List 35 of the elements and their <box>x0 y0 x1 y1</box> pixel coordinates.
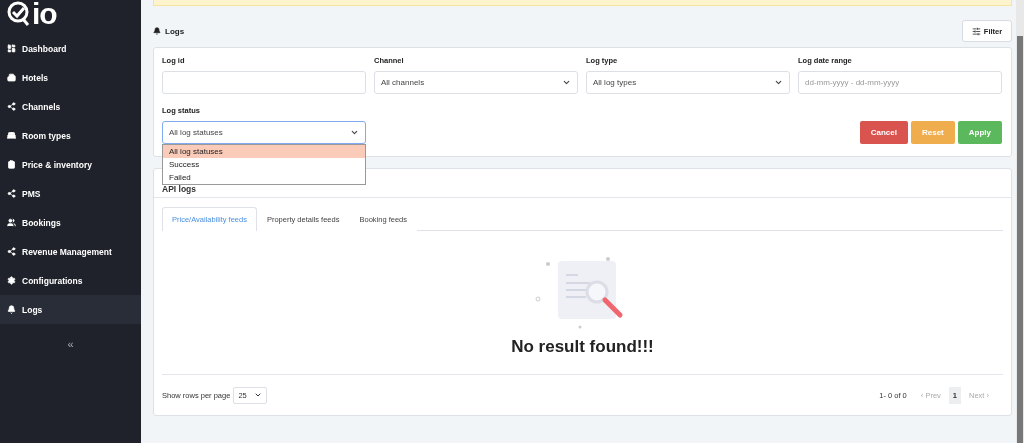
share-icon <box>7 189 16 198</box>
sidebar-item[interactable]: Channels <box>0 92 141 121</box>
chevron-icon <box>562 78 571 87</box>
sidebar-item[interactable]: Revenue Management <box>0 237 141 266</box>
select-field[interactable]: All channels <box>374 71 578 94</box>
chevron-icon <box>350 128 359 137</box>
dashboard-icon <box>7 44 16 53</box>
chevron-icon <box>774 78 783 87</box>
bell-icon <box>7 305 16 314</box>
logo-text: io <box>32 0 57 29</box>
sidebar-item[interactable]: Configurations <box>0 266 141 295</box>
sidebar-item[interactable]: Dashboard <box>0 34 141 63</box>
share-icon <box>7 247 16 256</box>
dropdown-option[interactable]: All log statuses <box>163 145 365 158</box>
collapse-button[interactable]: « <box>67 338 74 350</box>
sidebar-item[interactable]: PMS <box>0 179 141 208</box>
sidebar-item[interactable]: Logs <box>0 295 141 324</box>
logo-check-icon <box>7 1 31 27</box>
scrollbar[interactable] <box>1016 0 1024 443</box>
sliders-icon <box>971 26 981 36</box>
select-field[interactable]: All log statuses <box>162 121 366 144</box>
sidebar-item[interactable]: Hotels <box>0 63 141 92</box>
sidebar-item[interactable]: Room types <box>0 121 141 150</box>
bell-icon <box>153 27 161 35</box>
users-icon <box>7 218 16 227</box>
empty-message: No result found!!! <box>511 337 654 357</box>
sidebar-item[interactable]: Bookings <box>0 208 141 237</box>
sidebar-item[interactable]: Price & inventory <box>0 150 141 179</box>
gear-icon <box>7 276 16 285</box>
chevron-icon <box>254 391 263 399</box>
share-icon <box>7 102 16 111</box>
cancel-button[interactable]: Cancel <box>859 121 908 144</box>
page-title: Logs <box>153 26 185 36</box>
select-field[interactable]: All log types <box>586 71 790 94</box>
input-field[interactable] <box>162 71 366 94</box>
